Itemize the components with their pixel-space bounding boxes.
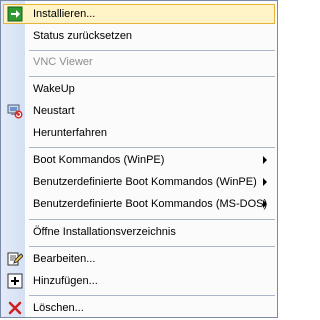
menu-item-herunterfahren[interactable]: Herunterfahren — [3, 123, 275, 143]
menu-separator — [29, 295, 275, 296]
menu-item-label: Löschen... — [33, 302, 84, 314]
menu-item-custom-boot-msdos[interactable]: Benutzerdefinierte Boot Kommandos (MS-DO… — [3, 194, 275, 214]
menu-item-bearbeiten[interactable]: Bearbeiten... — [3, 249, 275, 269]
menu-item-installieren[interactable]: Installieren... — [3, 4, 275, 24]
menu-separator — [29, 246, 275, 247]
add-icon — [7, 273, 23, 289]
submenu-arrow-icon — [263, 156, 267, 164]
menu-item-custom-boot-winpe[interactable]: Benutzerdefinierte Boot Kommandos (WinPE… — [3, 172, 275, 192]
menu-item-status-zuruecksetzen[interactable]: Status zurücksetzen — [3, 26, 275, 46]
menu-item-label: Installieren... — [33, 8, 96, 20]
menu-separator — [29, 147, 275, 148]
menu-item-label: Status zurücksetzen — [33, 30, 133, 42]
menu-item-label: Benutzerdefinierte Boot Kommandos (MS-DO… — [33, 198, 268, 210]
menu-item-label: VNC Viewer — [33, 56, 93, 68]
menu-separator — [29, 76, 275, 77]
menu-item-vnc-viewer: VNC Viewer — [3, 52, 275, 72]
menu-item-wakeup[interactable]: WakeUp — [3, 79, 275, 99]
menu-item-open-install-dir[interactable]: Öffne Installationsverzeichnis — [3, 222, 275, 242]
menu-item-label: Bearbeiten... — [33, 253, 96, 265]
menu-separator — [29, 50, 275, 51]
edit-icon — [7, 251, 24, 267]
delete-icon — [7, 300, 23, 316]
restart-computer-icon — [7, 103, 23, 119]
menu-item-label: Neustart — [33, 105, 75, 117]
menu-separator — [29, 219, 275, 220]
submenu-arrow-icon — [263, 200, 267, 208]
menu-item-neustart[interactable]: Neustart — [3, 101, 275, 121]
menu-item-label: Benutzerdefinierte Boot Kommandos (WinPE… — [33, 176, 257, 188]
menu-item-boot-kommandos-winpe[interactable]: Boot Kommandos (WinPE) — [3, 150, 275, 170]
menu-item-hinzufuegen[interactable]: Hinzufügen... — [3, 271, 275, 291]
context-menu: Installieren... Status zurücksetzen VNC … — [0, 0, 278, 318]
menu-item-label: Hinzufügen... — [33, 275, 98, 287]
submenu-arrow-icon — [263, 178, 267, 186]
menu-item-loeschen[interactable]: Löschen... — [3, 298, 275, 318]
menu-item-label: WakeUp — [33, 83, 75, 95]
menu-item-label: Öffne Installationsverzeichnis — [33, 226, 176, 238]
menu-item-label: Boot Kommandos (WinPE) — [33, 154, 165, 166]
arrow-right-icon — [7, 6, 23, 22]
menu-item-label: Herunterfahren — [33, 127, 107, 139]
